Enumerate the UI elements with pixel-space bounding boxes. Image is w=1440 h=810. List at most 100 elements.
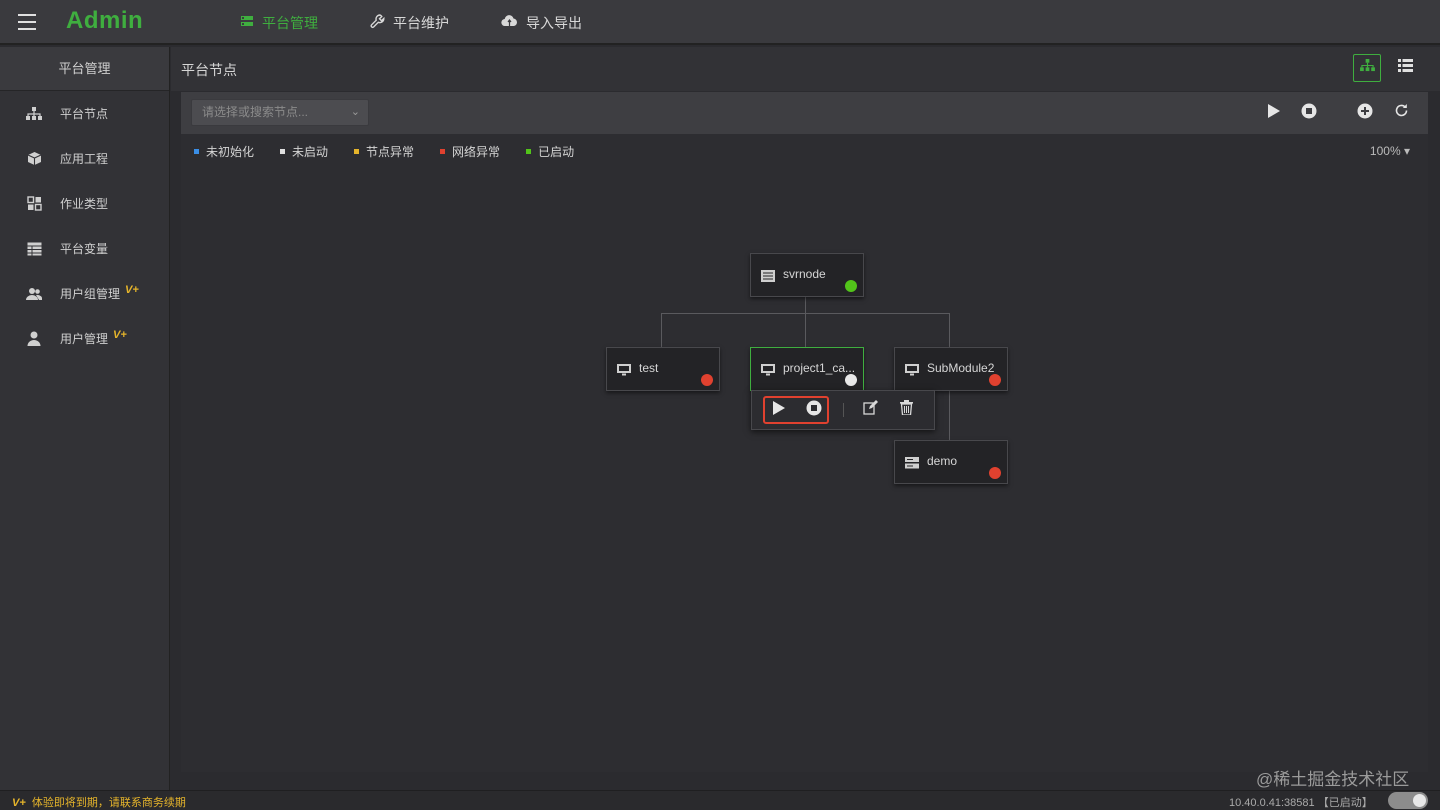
trash-icon <box>899 400 913 420</box>
divider <box>843 403 844 417</box>
toolbar: 请选择或搜索节点... ⌄ <box>181 92 1428 134</box>
list-icon <box>1397 59 1413 77</box>
node-test[interactable]: test <box>606 347 720 391</box>
vplus-badge: V+ <box>12 797 26 809</box>
connection-toggle[interactable] <box>1388 792 1428 809</box>
chevron-down-icon: ⌄ <box>350 106 360 118</box>
legend-label: 已启动 <box>538 145 575 159</box>
refresh-icon <box>1394 103 1409 123</box>
users-icon <box>26 286 42 302</box>
monitor-icon <box>905 363 919 376</box>
sidebar-item-user-groups[interactable]: 用户组管理 V+ <box>0 271 169 316</box>
sidebar: 平台管理 平台节点 应用工程 作业类型 平台变量 用户组管理 V+ 用户管理 V… <box>0 47 170 790</box>
nav-platform-maintenance[interactable]: 平台维护 <box>370 0 449 45</box>
cube-icon <box>26 151 42 167</box>
vplus-badge: V+ <box>113 328 127 341</box>
server-address: 10.40.0.41:38581 【已启动】 <box>1229 797 1373 809</box>
legend-item: 节点异常 <box>354 143 414 160</box>
legend-item: 已启动 <box>526 143 574 160</box>
legend-dot <box>526 149 532 154</box>
page-title: 平台节点 <box>181 62 237 78</box>
stop-all-button[interactable] <box>1299 103 1319 123</box>
node-svrnode[interactable]: svrnode <box>750 253 864 297</box>
nav-label: 导入导出 <box>526 14 582 31</box>
sidebar-item-label: 用户组管理 <box>60 287 121 301</box>
cloud-transfer-icon <box>501 14 518 31</box>
node-search-select[interactable]: 请选择或搜索节点... ⌄ <box>191 99 369 126</box>
legend-label: 未初始化 <box>206 145 255 159</box>
menu-icon[interactable] <box>18 14 36 30</box>
zoom-value: 100% <box>1369 144 1401 158</box>
nav-label: 平台维护 <box>393 14 449 31</box>
status-indicator <box>845 280 857 292</box>
brand-logo: Admin <box>66 7 144 34</box>
legend-item: 未启动 <box>280 143 328 160</box>
sidebar-item-label: 应用工程 <box>60 152 109 166</box>
node-stop-button[interactable] <box>804 400 824 420</box>
top-bar: Admin 平台管理 平台维护 导入导出 <box>0 0 1440 45</box>
sidebar-item-label: 平台变量 <box>60 242 109 256</box>
table-icon <box>26 241 42 257</box>
sidebar-item-label: 平台节点 <box>60 107 109 121</box>
status-bar: V+ 体验即将到期，请联系商务续期 10.40.0.41:38581 【已启动】 <box>0 790 1440 810</box>
main-header: 平台节点 <box>171 47 1440 91</box>
sidebar-item-users[interactable]: 用户管理 V+ <box>0 316 169 361</box>
nav-import-export[interactable]: 导入导出 <box>501 0 582 45</box>
list-view-button[interactable] <box>1391 54 1419 82</box>
legend-dot <box>194 149 199 154</box>
monitor-icon <box>617 363 631 376</box>
node-demo[interactable]: demo <box>894 440 1008 484</box>
sidebar-item-applications[interactable]: 应用工程 <box>0 136 169 181</box>
toggle-knob <box>1413 794 1426 807</box>
add-node-button[interactable] <box>1355 103 1375 123</box>
search-placeholder: 请选择或搜索节点... <box>202 105 309 119</box>
node-label: svrnode <box>783 267 826 281</box>
legend-dot <box>440 149 446 154</box>
node-label: demo <box>927 454 958 468</box>
legend-label: 未启动 <box>292 145 329 159</box>
legend-dot <box>280 149 286 154</box>
legend-item: 未初始化 <box>194 143 254 160</box>
connector-line <box>949 391 950 441</box>
node-canvas[interactable]: 未初始化 未启动 节点异常 网络异常 已启动 100% ▾ svrnode te… <box>181 134 1428 772</box>
user-icon <box>26 331 42 347</box>
top-nav: 平台管理 平台维护 导入导出 <box>240 0 634 45</box>
node-project1[interactable]: project1_ca... <box>750 347 864 391</box>
plus-circle-icon <box>1357 103 1373 124</box>
start-all-button[interactable] <box>1263 103 1283 123</box>
connector-line <box>805 313 806 347</box>
node-edit-button[interactable] <box>860 400 880 420</box>
legend-item: 网络异常 <box>440 143 500 160</box>
stop-circle-icon <box>1301 103 1317 124</box>
license-warning: V+ 体验即将到期，请联系商务续期 <box>12 794 186 810</box>
nav-platform-management[interactable]: 平台管理 <box>240 0 318 45</box>
connector-line <box>949 313 950 347</box>
sitemap-icon <box>26 106 42 122</box>
node-delete-button[interactable] <box>896 400 916 420</box>
refresh-button[interactable] <box>1391 103 1411 123</box>
server-icon <box>905 456 919 469</box>
node-label: test <box>639 361 659 375</box>
status-indicator <box>701 374 713 386</box>
node-submodule2[interactable]: SubModule2 <box>894 347 1008 391</box>
sidebar-header: 平台管理 <box>0 47 169 91</box>
node-action-popup <box>751 390 935 430</box>
sidebar-item-platform-variables[interactable]: 平台变量 <box>0 226 169 271</box>
sidebar-item-job-types[interactable]: 作业类型 <box>0 181 169 226</box>
status-indicator <box>989 374 1001 386</box>
stop-circle-icon <box>806 400 822 421</box>
zoom-select[interactable]: 100% ▾ <box>1370 144 1410 158</box>
play-icon <box>772 400 785 420</box>
sidebar-item-platform-nodes[interactable]: 平台节点 <box>0 91 169 136</box>
tree-view-button[interactable] <box>1353 54 1381 82</box>
connector-line <box>805 297 806 313</box>
wrench-icon <box>370 13 385 32</box>
sidebar-item-label: 用户管理 <box>60 332 109 346</box>
edit-icon <box>862 400 878 420</box>
legend-label: 网络异常 <box>452 145 501 159</box>
caret-down-icon: ▾ <box>1403 144 1410 158</box>
node-start-button[interactable] <box>768 400 788 420</box>
node-label: project1_ca... <box>783 361 856 375</box>
warning-text: 体验即将到期，请联系商务续期 <box>31 797 186 809</box>
server-icon <box>761 269 775 282</box>
